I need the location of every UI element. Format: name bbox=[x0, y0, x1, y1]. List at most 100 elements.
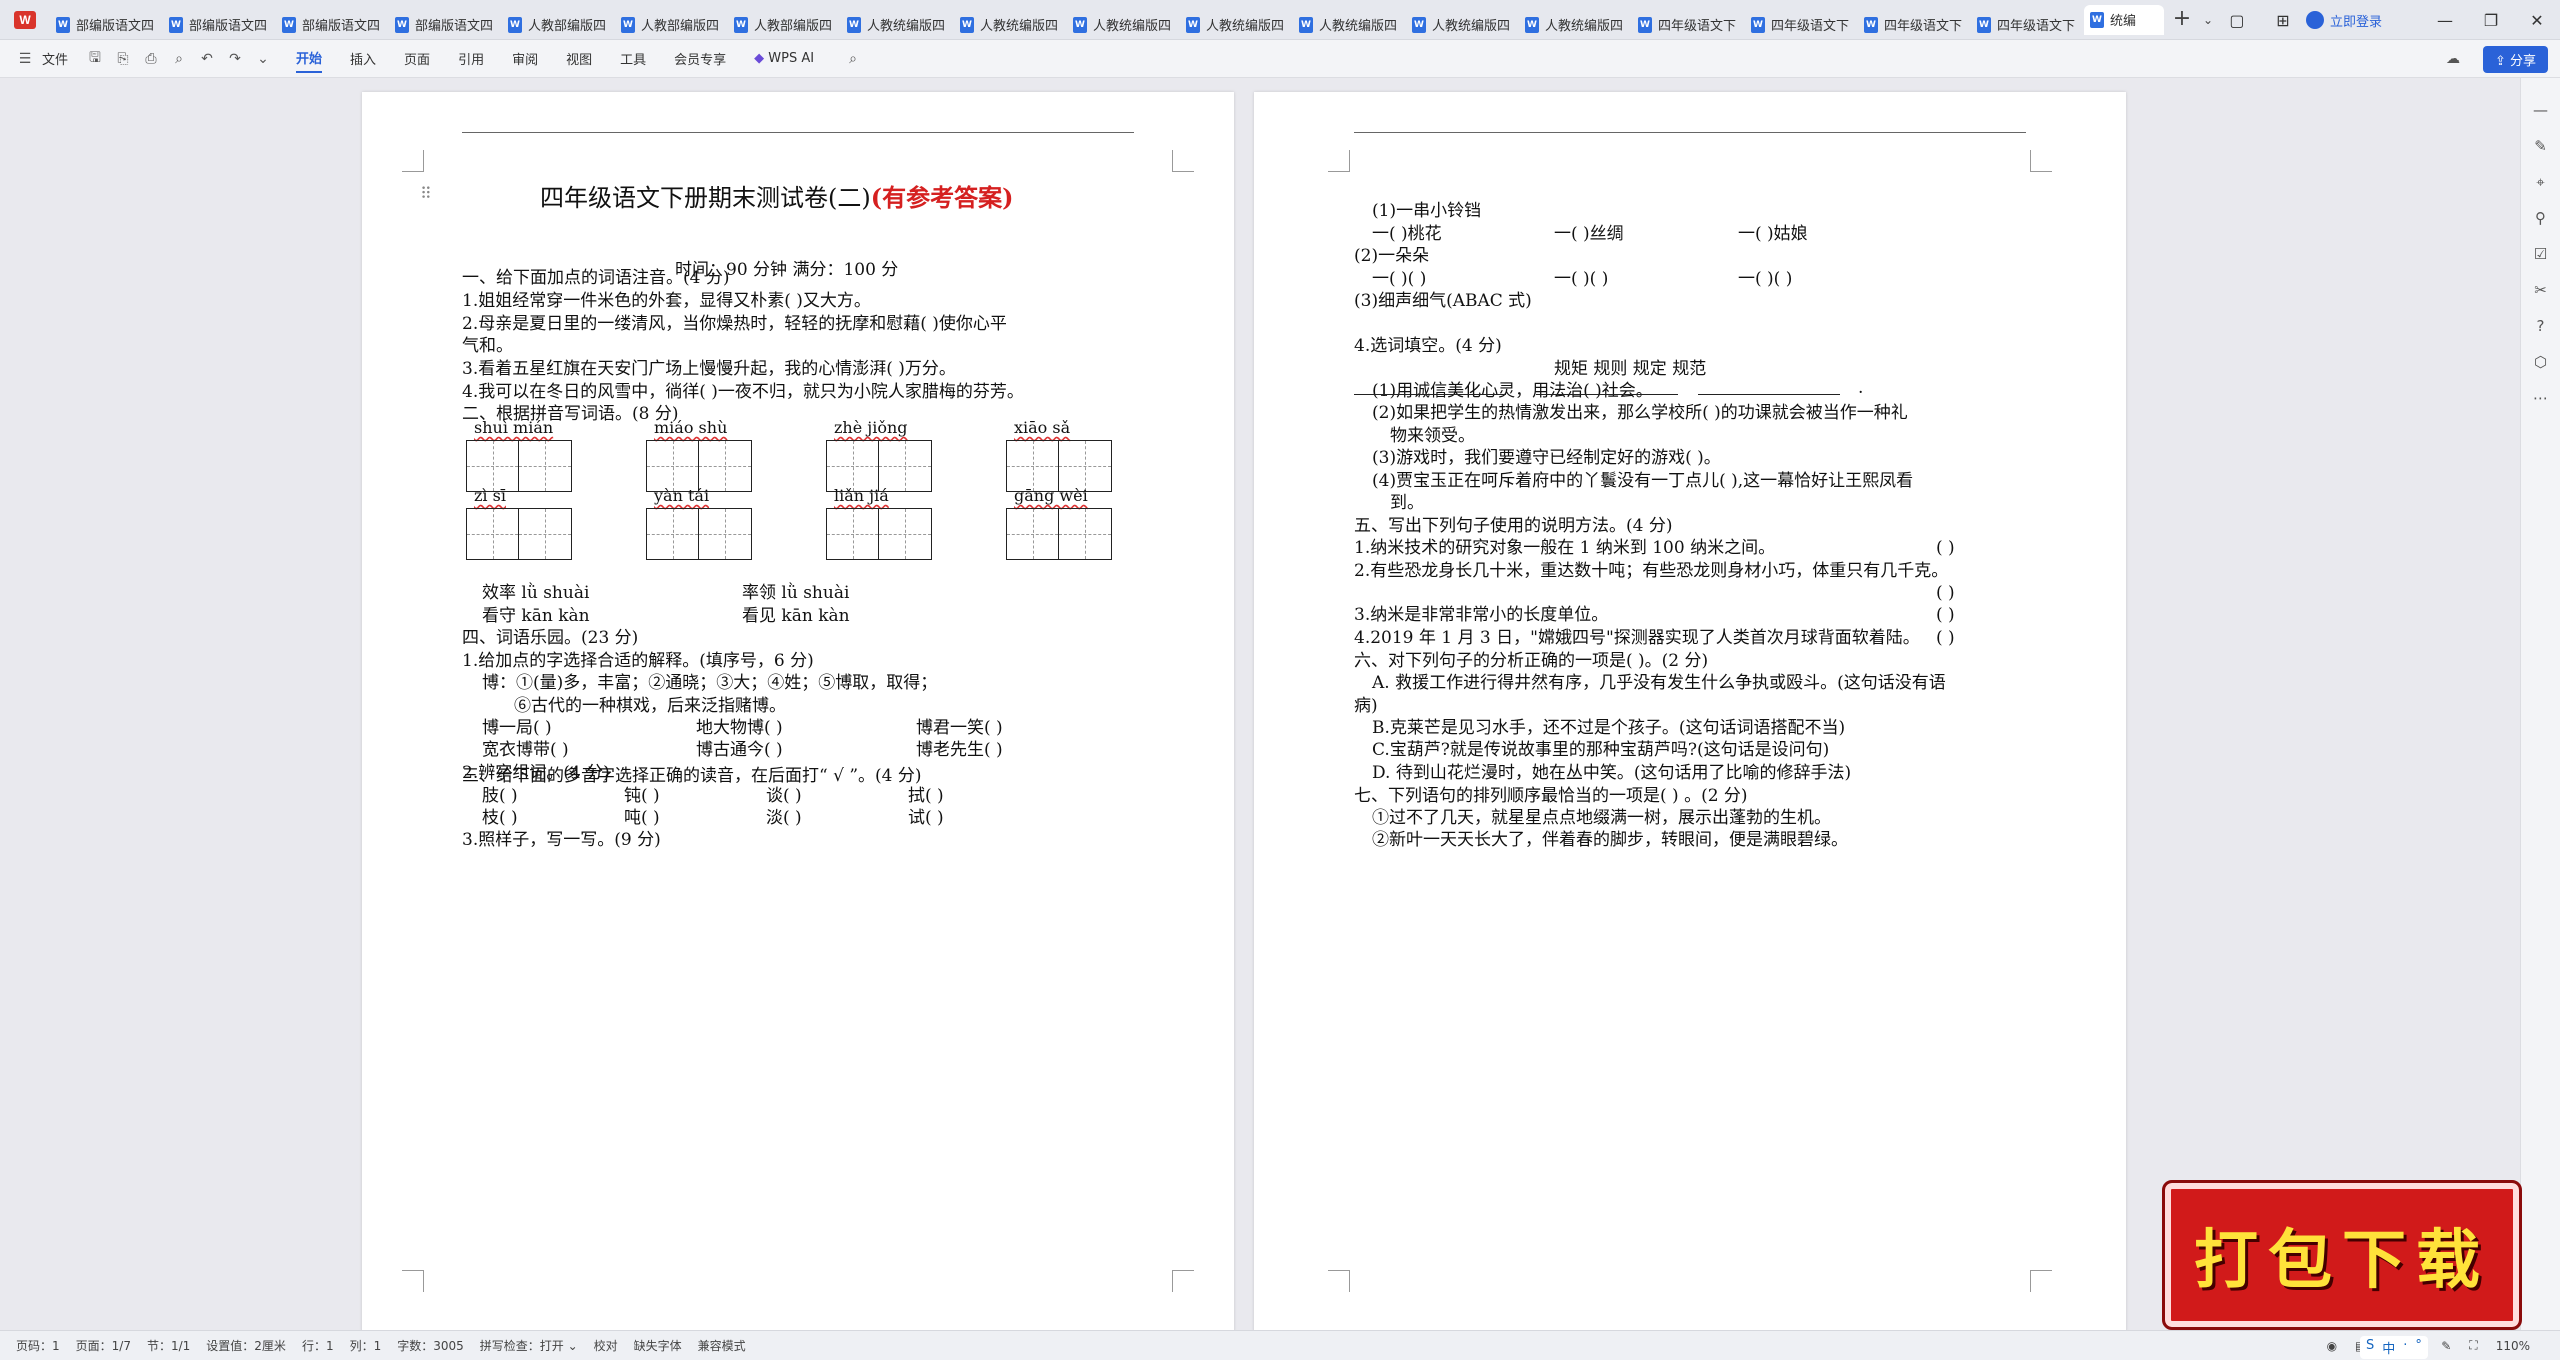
grid-cell[interactable] bbox=[647, 441, 699, 491]
answer-parentheses[interactable]: ( ) bbox=[1936, 603, 1955, 627]
quick-access-dropdown-icon[interactable]: ⌄ bbox=[252, 48, 274, 70]
tianzi-grid[interactable] bbox=[466, 508, 572, 560]
grid-cell[interactable] bbox=[1007, 509, 1059, 559]
tab-document[interactable]: W 部编版语文四 bbox=[163, 10, 273, 40]
tab-document[interactable]: W 部编版语文四 bbox=[50, 10, 160, 40]
tab-document[interactable]: W 人教统编版四 bbox=[954, 10, 1064, 40]
tianzi-grid[interactable] bbox=[466, 440, 572, 492]
login-button[interactable]: 立即登录 bbox=[2305, 11, 2382, 30]
tab-document[interactable]: W 人教统编版四 bbox=[841, 10, 951, 40]
ime-indicator[interactable]: S bbox=[2366, 1338, 2374, 1357]
ribbon-tab[interactable]: 插入 bbox=[350, 45, 376, 72]
grid-cell[interactable] bbox=[467, 441, 519, 491]
grid-cell[interactable] bbox=[647, 509, 699, 559]
answer-parentheses[interactable]: ( ) bbox=[1936, 536, 1955, 560]
tab-document[interactable]: W 人教统编版四 bbox=[1067, 10, 1177, 40]
tab-active-document[interactable]: W 统编 bbox=[2084, 4, 2164, 35]
tab-document[interactable]: W 人教部编版四 bbox=[615, 10, 725, 40]
tab-document[interactable]: W 人教统编版四 bbox=[1519, 10, 1629, 40]
review-icon[interactable]: ☑ bbox=[2529, 242, 2553, 266]
redo-icon[interactable]: ↷ bbox=[224, 48, 246, 70]
tianzi-grid[interactable] bbox=[646, 440, 752, 492]
tab-document[interactable]: W 四年级语文下 bbox=[1745, 10, 1855, 40]
menu-icon[interactable]: ☰ bbox=[14, 48, 36, 70]
grid-cell[interactable] bbox=[1059, 441, 1111, 491]
tianzi-grid[interactable] bbox=[1006, 440, 1112, 492]
wps-logo[interactable]: W bbox=[0, 0, 50, 40]
grid-cell[interactable] bbox=[699, 441, 751, 491]
edit-icon[interactable]: ✎ bbox=[2529, 134, 2553, 158]
tab-document[interactable]: W 部编版语文四 bbox=[389, 10, 499, 40]
undo-icon[interactable]: ↶ bbox=[196, 48, 218, 70]
drag-handle-icon[interactable]: ⠿ bbox=[420, 184, 432, 203]
tab-document[interactable]: W 四年级语文下 bbox=[1632, 10, 1742, 40]
search-icon[interactable]: ⌕ bbox=[842, 48, 864, 70]
status-item[interactable]: 设置值：2厘米 bbox=[206, 1337, 286, 1354]
grid-cell[interactable] bbox=[879, 509, 931, 559]
status-item[interactable]: 节：1/1 bbox=[147, 1337, 190, 1354]
share-button[interactable]: ⇪ 分享 bbox=[2482, 46, 2548, 73]
cube-icon[interactable]: ⬡ bbox=[2529, 350, 2553, 374]
ime-indicator[interactable]: · bbox=[2403, 1338, 2407, 1357]
ribbon-tab[interactable]: 工具 bbox=[620, 45, 646, 72]
answer-parentheses[interactable]: ( ) bbox=[1936, 581, 1955, 605]
maximize-button[interactable]: ❐ bbox=[2468, 0, 2514, 40]
ribbon-tab[interactable]: 会员专享 bbox=[674, 45, 726, 72]
tab-document[interactable]: W 人教部编版四 bbox=[728, 10, 838, 40]
tianzi-grid[interactable] bbox=[646, 508, 752, 560]
tab-document[interactable]: W 人教部编版四 bbox=[502, 10, 612, 40]
tab-document[interactable]: W 人教统编版四 bbox=[1406, 10, 1516, 40]
tab-document[interactable]: W 四年级语文下 bbox=[1858, 10, 1968, 40]
save-icon[interactable]: 🖫 bbox=[84, 48, 106, 70]
help-icon[interactable]: ? bbox=[2529, 314, 2553, 338]
ime-indicator[interactable]: ° bbox=[2415, 1338, 2422, 1357]
grid-cell[interactable] bbox=[467, 509, 519, 559]
tab-document[interactable]: W 四年级语文下 bbox=[1971, 10, 2081, 40]
print-preview-icon[interactable]: ⌕ bbox=[168, 48, 190, 70]
grid-cell[interactable] bbox=[519, 441, 571, 491]
grid-cell[interactable] bbox=[879, 441, 931, 491]
status-item[interactable]: 页码：1 bbox=[16, 1337, 60, 1354]
cloud-sync-icon[interactable]: ☁ bbox=[2442, 48, 2464, 70]
page-2[interactable]: (1)一串小铃铛 一( )桃花 一( )丝绸 一( )姑娘 (2)一朵朵 一( )( ) 一… bbox=[1254, 92, 2126, 1332]
answer-blank[interactable] bbox=[1698, 394, 1840, 395]
grid-cell[interactable] bbox=[519, 509, 571, 559]
print-icon[interactable]: ⎙ bbox=[140, 48, 162, 70]
ime-toolbar[interactable]: S 中 · ° bbox=[2360, 1336, 2428, 1359]
select-icon[interactable]: ⌖ bbox=[2529, 170, 2553, 194]
tab-document[interactable]: W 人教统编版四 bbox=[1180, 10, 1290, 40]
format-painter-icon[interactable]: ⚲ bbox=[2529, 206, 2553, 230]
status-item[interactable]: 拼写检查：打开 ⌄ bbox=[480, 1337, 578, 1354]
grid-cell[interactable] bbox=[699, 509, 751, 559]
answer-parentheses[interactable]: ( ) bbox=[1936, 626, 1955, 650]
download-banner[interactable]: 打包下载 bbox=[2162, 1180, 2522, 1330]
tab-document[interactable]: W 人教统编版四 bbox=[1293, 10, 1403, 40]
grid-cell[interactable] bbox=[827, 509, 879, 559]
more-icon[interactable]: ⋯ bbox=[2529, 386, 2553, 410]
tianzi-grid[interactable] bbox=[826, 440, 932, 492]
answer-blank[interactable] bbox=[1354, 394, 1506, 395]
ime-indicator[interactable]: 中 bbox=[2382, 1338, 2395, 1357]
status-item[interactable]: 行：1 bbox=[302, 1337, 334, 1354]
tools-icon[interactable]: ✂ bbox=[2529, 278, 2553, 302]
close-button[interactable]: ✕ bbox=[2514, 0, 2560, 40]
ribbon-tab[interactable]: 开始 bbox=[296, 44, 323, 73]
ribbon-tab[interactable]: 引用 bbox=[458, 45, 484, 72]
apps-icon[interactable]: ⊞ bbox=[2260, 0, 2306, 40]
status-item[interactable]: 字数：3005 bbox=[397, 1337, 464, 1354]
grid-cell[interactable] bbox=[827, 441, 879, 491]
export-icon[interactable]: ⎘ bbox=[112, 48, 134, 70]
status-item[interactable]: 缺失字体 bbox=[634, 1337, 682, 1354]
collapse-icon[interactable]: — bbox=[2529, 98, 2553, 122]
wps-ai-button[interactable]: ◆ WPS AI bbox=[754, 47, 814, 70]
eye-icon[interactable]: ◉ bbox=[2327, 1339, 2337, 1353]
restore-tabs-icon[interactable]: ▢ bbox=[2214, 0, 2260, 40]
status-item[interactable]: 页面：1/7 bbox=[76, 1337, 131, 1354]
ribbon-tab[interactable]: 视图 bbox=[566, 45, 592, 72]
tianzi-grid[interactable] bbox=[1006, 508, 1112, 560]
tianzi-grid[interactable] bbox=[826, 508, 932, 560]
status-item[interactable]: 兼容模式 bbox=[698, 1337, 746, 1354]
grid-cell[interactable] bbox=[1007, 441, 1059, 491]
zoom-level[interactable]: 110% bbox=[2496, 1339, 2530, 1353]
status-item[interactable]: 校对 bbox=[594, 1337, 618, 1354]
